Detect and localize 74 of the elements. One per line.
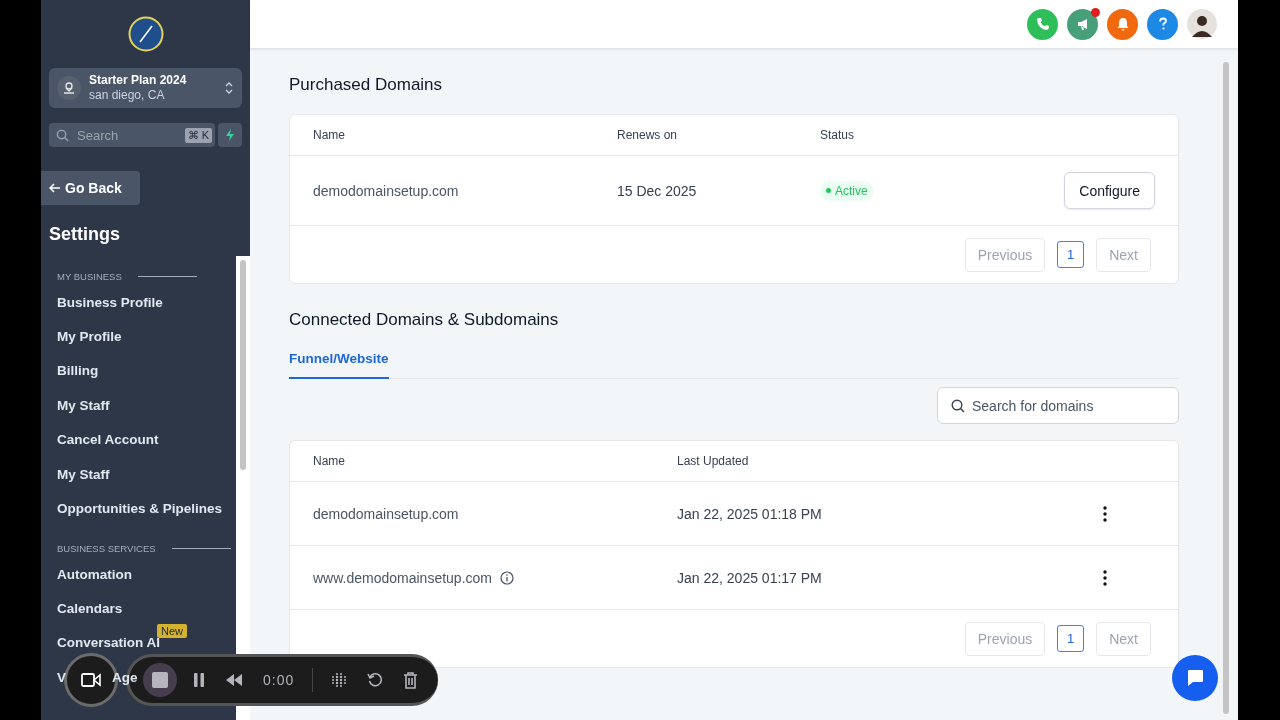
lightning-icon — [225, 129, 235, 141]
sidebar-item[interactable]: V — [57, 669, 66, 685]
new-badge: New — [157, 623, 187, 638]
column-header: Status — [820, 128, 856, 142]
sidebar-item[interactable]: Age — [112, 669, 138, 685]
sidebar-item[interactable]: My Staff — [57, 397, 110, 413]
section-heading: MY BUSINESS — [57, 270, 122, 282]
search-input[interactable]: Search — [75, 126, 179, 144]
table-cell: demodomainsetup.com — [313, 505, 459, 522]
stop-button[interactable] — [143, 663, 177, 697]
account-switcher[interactable]: Starter Plan 2024 san diego, CA — [49, 68, 242, 108]
table-cell-text: demodomainsetup.com — [313, 182, 460, 199]
rewind-icon[interactable] — [225, 674, 243, 686]
sidebar-item[interactable]: Automation — [57, 567, 132, 582]
location-icon — [57, 76, 81, 100]
column-header: Last Updated — [677, 454, 750, 468]
sidebar-item[interactable]: My Staff — [57, 466, 110, 482]
account-location: san diego, CA — [89, 88, 166, 103]
scrollbar-thumb[interactable] — [240, 260, 246, 470]
megaphone-icon — [1075, 17, 1090, 31]
go-back-button[interactable]: Go Back — [41, 171, 140, 205]
video-camera-icon — [81, 673, 101, 687]
tab[interactable]: Funnel/Website — [289, 351, 389, 379]
bell-icon — [1115, 17, 1130, 31]
search-field[interactable]: Search for domains — [937, 387, 1179, 424]
page-button[interactable]: 1 — [1057, 241, 1085, 268]
account-name: Starter Plan 2024 — [89, 73, 188, 88]
notification-dot — [1091, 7, 1100, 17]
sidebar-item[interactable]: Calendars — [57, 600, 123, 616]
help-icon — [1156, 17, 1169, 31]
arrow-left-icon — [49, 183, 61, 193]
sidebar-title: Settings — [49, 224, 121, 245]
sidebar-item[interactable]: Business Profile — [57, 295, 163, 310]
pause-icon[interactable] — [193, 673, 205, 687]
sidebar-item[interactable]: Conversation AI — [57, 635, 161, 651]
scrollbar-thumb[interactable] — [1223, 62, 1229, 714]
chat-bubble-icon — [1185, 668, 1205, 688]
avatar[interactable] — [1187, 9, 1217, 39]
search-field[interactable]: Search ⌘ K — [49, 123, 215, 147]
phone-icon — [1035, 17, 1050, 31]
section-title: Purchased Domains — [289, 75, 444, 95]
sidebar-item[interactable]: My Profile — [57, 328, 122, 344]
column-header: Name — [313, 128, 346, 142]
section-title: Connected Domains & Subdomains — [289, 310, 560, 330]
status-badge: Active — [820, 180, 874, 201]
help-button[interactable] — [1147, 8, 1178, 40]
trash-icon[interactable] — [403, 671, 419, 689]
column-header: Name — [313, 454, 346, 468]
recording-time: 0:00 — [263, 672, 295, 688]
table-cell-text: Jan 22, 2025 01:18 PM — [677, 505, 823, 522]
shortcut-key: ⌘ K — [184, 127, 212, 143]
section-heading: BUSINESS SERVICES — [57, 542, 156, 554]
logo-icon — [127, 16, 164, 52]
table-cell: www.demodomainsetup.com — [313, 569, 492, 586]
chevron-updown-icon — [224, 80, 234, 96]
more-options-icon[interactable] — [1103, 569, 1107, 586]
chat-button[interactable] — [1172, 655, 1218, 701]
table-cell-text: 15 Dec 2025 — [617, 182, 698, 199]
more-options-icon[interactable] — [1103, 505, 1107, 522]
sidebar-item[interactable]: Opportunities & Pipelines — [57, 501, 223, 517]
column-header: Renews on — [617, 128, 679, 142]
quick-action-button[interactable] — [218, 123, 242, 147]
page-button[interactable]: 1 — [1057, 625, 1085, 652]
dot-grid-icon[interactable] — [331, 672, 348, 688]
configure-button[interactable]: Configure — [1064, 172, 1155, 209]
table-cell-text: Jan 22, 2025 01:17 PM — [677, 569, 823, 586]
restart-icon[interactable] — [367, 672, 384, 688]
search-icon — [951, 398, 965, 413]
notifications-button[interactable] — [1107, 8, 1138, 40]
info-icon[interactable] — [500, 570, 514, 585]
sidebar-item[interactable]: Cancel Account — [57, 432, 159, 448]
sidebar-item[interactable]: Billing — [57, 363, 99, 379]
search-icon — [56, 128, 69, 142]
announcement-button[interactable] — [1067, 8, 1098, 40]
